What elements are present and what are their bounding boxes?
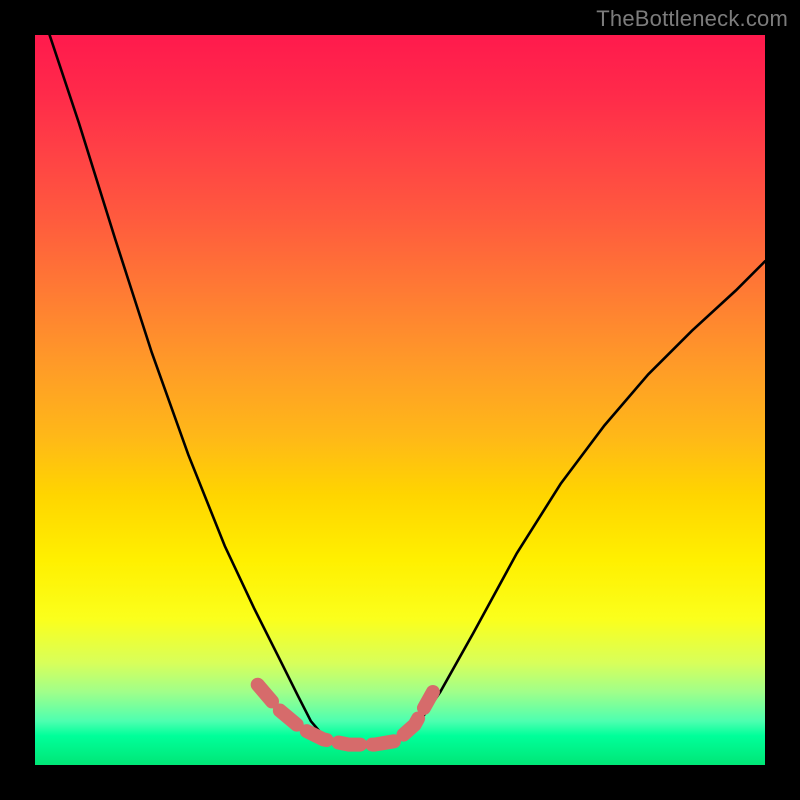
bottleneck-curve-right	[396, 261, 765, 743]
bottom-highlight	[258, 685, 433, 745]
bottleneck-curve-left	[50, 35, 335, 743]
chart-frame: TheBottleneck.com	[0, 0, 800, 800]
attribution-label: TheBottleneck.com	[596, 6, 788, 32]
plot-area	[35, 35, 765, 765]
curve-layer	[35, 35, 765, 765]
